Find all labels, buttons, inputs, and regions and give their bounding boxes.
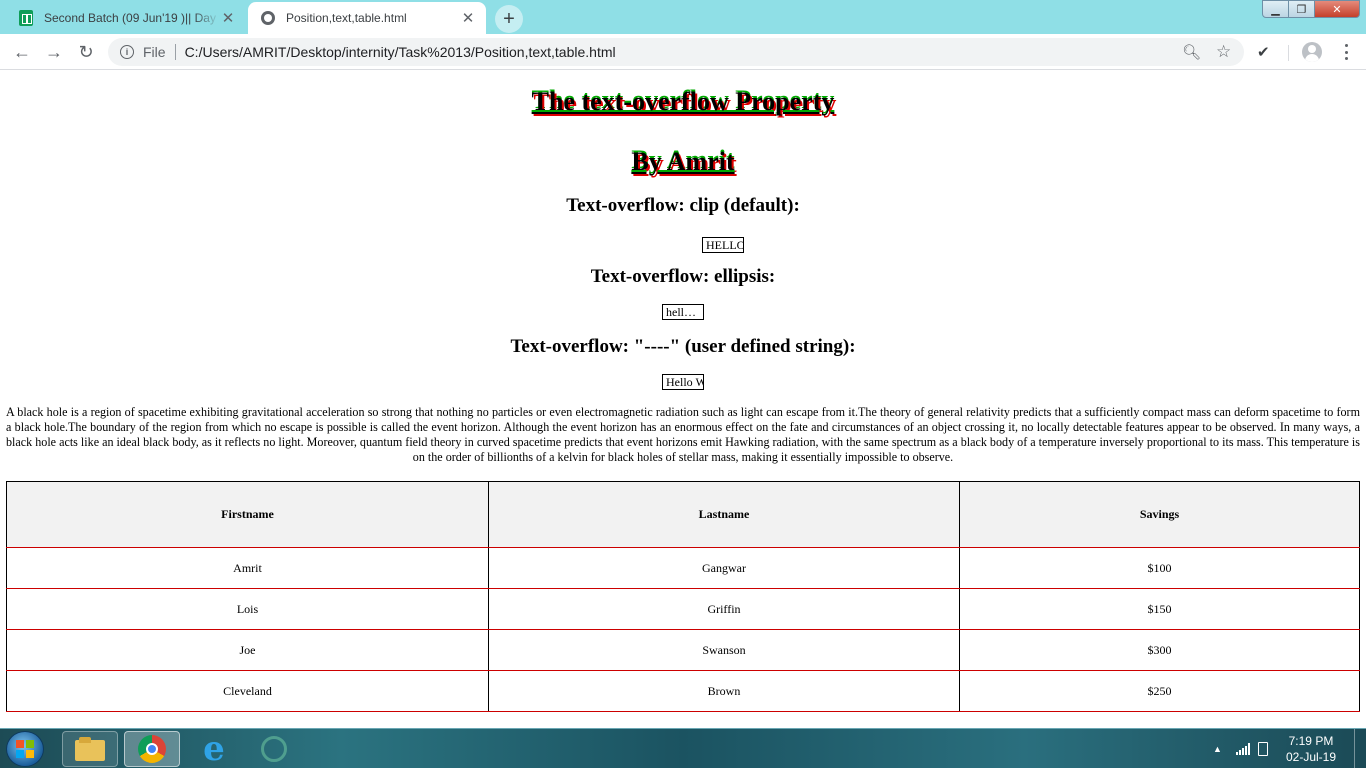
ellipsis-demo-box: hello world	[662, 304, 704, 320]
clip-demo-box: HELLO WORLD	[702, 237, 744, 253]
close-tab-icon[interactable]: ✕	[460, 10, 476, 27]
cell-firstname: Cleveland	[6, 670, 489, 712]
cell-firstname: Lois	[6, 588, 489, 630]
sheets-icon	[18, 10, 34, 26]
reload-icon[interactable]: ↻	[74, 40, 98, 64]
show-desktop-button[interactable]	[1354, 729, 1366, 769]
address-bar[interactable]: i File C:/Users/AMRIT/Desktop/internity/…	[108, 38, 1244, 66]
folder-icon	[75, 737, 105, 761]
cell-lastname: Griffin	[488, 588, 960, 630]
savings-table: Firstname Lastname Savings Amrit Gangwar…	[6, 481, 1360, 712]
table-row: Lois Griffin $150	[6, 588, 1360, 630]
start-button[interactable]	[6, 731, 44, 767]
windows-logo-icon	[16, 740, 34, 758]
system-tray: ▲ 7:19 PM 02-Jul-19	[1213, 729, 1366, 769]
minimize-button[interactable]: ▁	[1262, 0, 1289, 18]
clip-section-heading: Text-overflow: clip (default):	[566, 195, 800, 216]
cell-savings: $250	[959, 670, 1360, 712]
cell-savings: $300	[959, 629, 1360, 671]
header-savings: Savings	[959, 481, 1360, 548]
custom-demo-box: Hello World	[662, 374, 704, 390]
internet-explorer-icon: e	[203, 729, 225, 769]
back-arrow-icon[interactable]: ←	[10, 40, 34, 64]
forward-arrow-icon[interactable]: →	[42, 40, 66, 64]
chrome-icon	[138, 735, 166, 763]
divider	[1288, 45, 1289, 61]
tab-strip: Second Batch (09 Jun'19 )|| Day t ✕ Posi…	[0, 0, 1366, 34]
clock-time: 7:19 PM	[1288, 734, 1334, 748]
header-firstname: Firstname	[6, 481, 489, 548]
show-hidden-icons-icon[interactable]: ▲	[1213, 744, 1222, 754]
globe-icon	[260, 10, 276, 26]
zoom-icon[interactable]: 🔍︎	[1182, 43, 1202, 61]
cell-savings: $150	[959, 588, 1360, 630]
browser-toolbar: ← → ↻ i File C:/Users/AMRIT/Desktop/inte…	[0, 34, 1366, 70]
taskbar-app[interactable]	[246, 731, 302, 767]
window-controls: ▁ ❐ ✕	[1262, 0, 1360, 18]
extension-check-icon[interactable]: ✔	[1257, 43, 1270, 61]
close-window-button[interactable]: ✕	[1314, 0, 1360, 18]
table-row: Amrit Gangwar $100	[6, 547, 1360, 589]
taskbar-file-explorer[interactable]	[62, 731, 118, 767]
ellipsis-section-heading: Text-overflow: ellipsis:	[590, 266, 776, 287]
black-hole-paragraph: A black hole is a region of spacetime ex…	[6, 405, 1360, 464]
network-signal-icon[interactable]	[1235, 743, 1250, 755]
new-tab-button[interactable]: +	[495, 5, 523, 33]
cell-lastname: Brown	[488, 670, 960, 712]
battery-icon[interactable]	[1257, 742, 1268, 756]
tab-title: Position,text,table.html	[286, 11, 407, 25]
bookmark-star-icon[interactable]: ☆	[1216, 42, 1236, 62]
tab-title: Second Batch (09 Jun'19 )|| Day t	[44, 11, 220, 25]
windows-taskbar: e ▲ 7:19 PM 02-Jul-19	[0, 728, 1366, 769]
system-clock[interactable]: 7:19 PM 02-Jul-19	[1286, 733, 1336, 765]
menu-dots-icon[interactable]	[1338, 42, 1354, 62]
cell-lastname: Gangwar	[488, 547, 960, 589]
url-text[interactable]: C:/Users/AMRIT/Desktop/internity/Task%20…	[185, 44, 1182, 60]
cell-lastname: Swanson	[488, 629, 960, 671]
cell-firstname: Amrit	[6, 547, 489, 589]
table-row: Joe Swanson $300	[6, 629, 1360, 671]
profile-avatar-icon[interactable]	[1302, 42, 1322, 62]
tab-second-batch[interactable]: Second Batch (09 Jun'19 )|| Day t ✕	[6, 2, 246, 34]
cell-firstname: Joe	[6, 629, 489, 671]
table-header-row: Firstname Lastname Savings	[6, 481, 1360, 548]
taskbar-internet-explorer[interactable]: e	[186, 731, 242, 767]
author-heading: By Amrit	[631, 147, 735, 176]
app-icon	[261, 736, 287, 762]
scheme-label: File	[143, 44, 166, 60]
restore-button[interactable]: ❐	[1288, 0, 1315, 18]
taskbar-chrome[interactable]	[124, 731, 180, 767]
divider	[174, 44, 176, 60]
custom-section-heading: Text-overflow: "----" (user defined stri…	[510, 336, 856, 357]
page-content: The text-overflow Property By Amrit Text…	[0, 71, 1366, 728]
clock-date: 02-Jul-19	[1285, 750, 1336, 764]
table-row: Cleveland Brown $250	[6, 670, 1360, 712]
tab-position-text-table[interactable]: Position,text,table.html ✕	[248, 2, 486, 34]
close-tab-icon[interactable]: ✕	[220, 10, 236, 27]
page-title: The text-overflow Property	[531, 87, 835, 116]
cell-savings: $100	[959, 547, 1360, 589]
info-icon[interactable]: i	[120, 45, 134, 59]
header-lastname: Lastname	[488, 481, 960, 548]
